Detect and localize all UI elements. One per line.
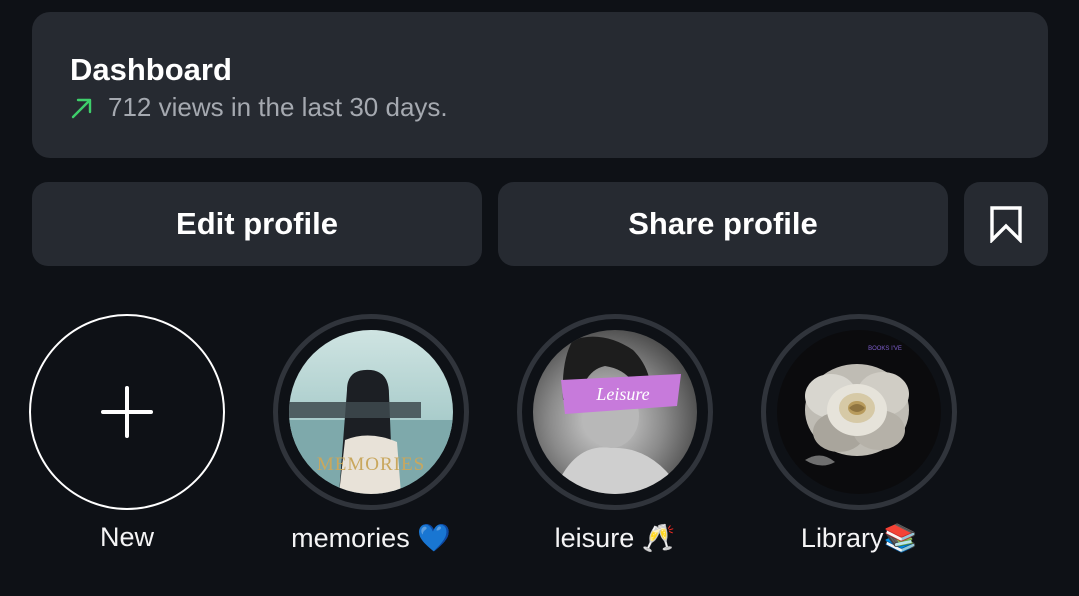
highlight-ring[interactable]: MEMORIES [273,314,469,510]
library-cover-text: BOOKS I'VE [868,346,902,352]
highlight-cover-library: BOOKS I'VE [777,330,941,494]
dashboard-stats: 712 views in the last 30 days. [70,92,448,123]
highlight-memories[interactable]: MEMORIES memories 💙 [273,314,469,554]
new-highlight-circle[interactable] [29,314,225,510]
trending-up-icon [71,98,92,118]
highlight-cover-memories: MEMORIES [289,330,453,494]
highlight-label: Library📚 [800,523,918,553]
edit-profile-button[interactable]: Edit profile [32,182,482,266]
dashboard-card[interactable]: Dashboard 712 views in the last 30 days. [32,12,1048,158]
highlight-library[interactable]: BOOKS I'VE Library📚 [761,314,957,554]
highlight-new[interactable]: New [29,314,225,553]
highlight-ring[interactable]: Leisure [517,314,713,510]
highlight-label: New [99,522,154,552]
saved-button[interactable] [964,182,1048,266]
leisure-cover-text: Leisure [595,384,649,404]
share-profile-button[interactable]: Share profile [498,182,948,266]
memories-cover-text: MEMORIES [317,454,425,475]
highlight-label: memories 💙 [291,523,451,553]
highlight-cover-leisure: Leisure [533,330,697,494]
highlight-ring[interactable]: BOOKS I'VE [761,314,957,510]
plus-icon [101,386,153,438]
views-count-text: 712 views in the last 30 days. [108,92,448,122]
highlight-leisure[interactable]: Leisure leisure 🥂 [517,314,713,554]
highlight-label: leisure 🥂 [554,523,676,553]
dashboard-title: Dashboard [70,52,232,87]
bookmark-icon [990,206,1022,243]
